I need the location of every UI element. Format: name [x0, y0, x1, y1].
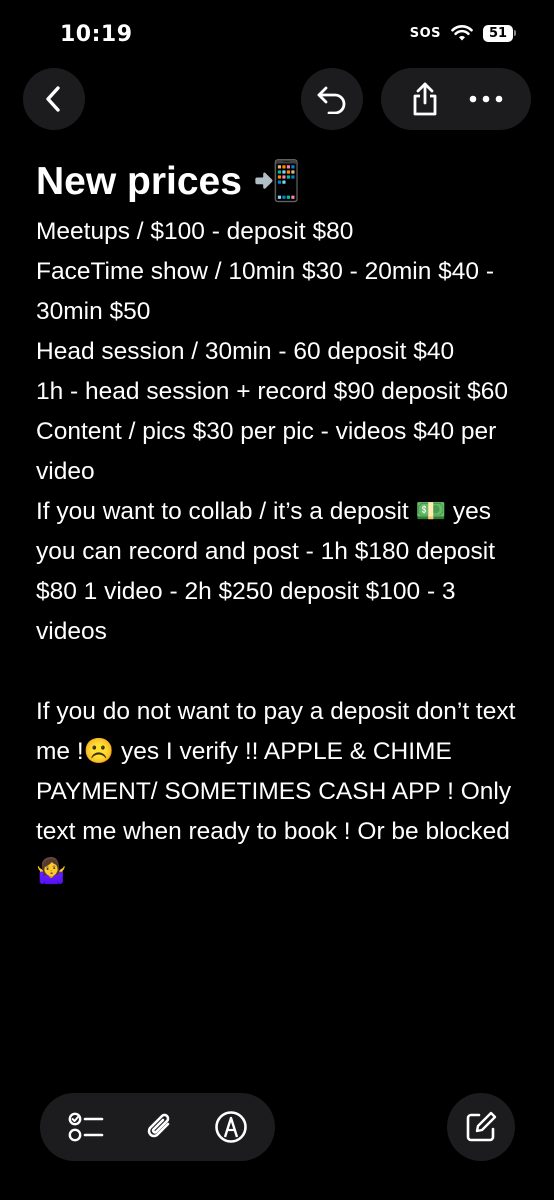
note-content[interactable]: New prices 📲 Meetups / $100 - deposit $8… — [36, 158, 526, 892]
wifi-icon — [451, 24, 473, 42]
note-line: If you want to collab / it’s a deposit 💵… — [36, 498, 496, 645]
compose-button[interactable] — [447, 1093, 515, 1161]
sos-indicator: SOS — [409, 25, 441, 41]
note-line: 1h - head session + record $90 deposit $… — [36, 378, 508, 405]
checklist-icon[interactable] — [68, 1111, 104, 1143]
markup-pen-icon[interactable] — [214, 1110, 248, 1144]
share-more-group — [381, 68, 531, 130]
battery-icon: 51 — [483, 24, 516, 42]
note-line: If you do not want to pay a deposit don’… — [36, 698, 516, 885]
undo-icon — [315, 84, 349, 114]
more-icon[interactable] — [469, 95, 503, 103]
chevron-left-icon — [42, 85, 66, 113]
undo-button[interactable] — [301, 68, 363, 130]
note-body[interactable]: Meetups / $100 - deposit $80 FaceTime sh… — [36, 212, 526, 892]
note-line: FaceTime show / 10min $30 - 20min $40 - … — [36, 258, 494, 325]
note-line: Head session / 30min - 60 deposit $40 — [36, 338, 455, 365]
battery-cap — [514, 30, 516, 36]
note-line: Content / pics $30 per pic - videos $40 … — [36, 418, 497, 485]
battery-level: 51 — [483, 24, 513, 42]
back-button[interactable] — [23, 68, 85, 130]
share-icon[interactable] — [410, 81, 440, 117]
note-line: Meetups / $100 - deposit $80 — [36, 218, 354, 245]
paperclip-icon[interactable] — [143, 1109, 175, 1145]
status-time: 10:19 — [60, 22, 133, 47]
top-actions — [301, 68, 531, 130]
status-indicators: SOS 51 — [410, 24, 516, 42]
bottom-toolbar — [40, 1093, 275, 1161]
note-blank-line — [36, 652, 526, 692]
status-bar: 10:19 SOS 51 — [0, 0, 554, 70]
note-title[interactable]: New prices 📲 — [36, 158, 526, 206]
compose-icon — [463, 1109, 499, 1145]
